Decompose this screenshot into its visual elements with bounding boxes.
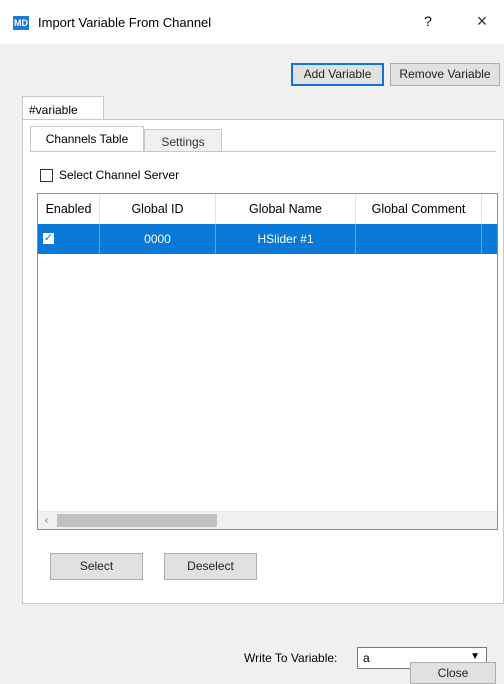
tab-settings[interactable]: Settings (144, 129, 222, 151)
column-header-global-comment[interactable]: Global Comment (356, 194, 482, 224)
select-button[interactable]: Select (50, 553, 143, 580)
scrollbar-thumb[interactable] (57, 514, 217, 527)
inner-tab-divider (30, 151, 496, 152)
remove-variable-button[interactable]: Remove Variable (390, 63, 500, 86)
column-header-global-id[interactable]: Global ID (100, 194, 216, 224)
cell-global-name: HSlider #1 (216, 224, 356, 254)
help-button[interactable]: ? (420, 13, 436, 31)
table-row[interactable]: ✓ 0000 HSlider #1 (38, 224, 497, 254)
select-channel-server-checkbox[interactable] (40, 169, 53, 182)
enabled-checkbox[interactable]: ✓ (42, 232, 55, 245)
add-variable-button[interactable]: Add Variable (291, 63, 384, 86)
write-to-variable-label: Write To Variable: (244, 651, 338, 665)
tab-variable[interactable]: #variable (22, 96, 104, 120)
column-header-enabled[interactable]: Enabled (38, 194, 100, 224)
close-button[interactable]: Close (410, 662, 496, 684)
select-channel-server-label: Select Channel Server (59, 168, 180, 182)
window-title: Import Variable From Channel (38, 15, 212, 30)
scroll-left-arrow-icon[interactable]: ‹ (38, 512, 55, 529)
deselect-button[interactable]: Deselect (164, 553, 257, 580)
channels-table: Enabled Global ID Global Name Global Com… (37, 193, 498, 530)
horizontal-scrollbar[interactable]: ‹ (38, 511, 497, 529)
close-window-button[interactable]: × (472, 11, 492, 31)
table-header: Enabled Global ID Global Name Global Com… (38, 194, 497, 225)
tab-channels-table[interactable]: Channels Table (30, 126, 144, 152)
app-icon: MD (13, 16, 29, 30)
cell-global-id: 0000 (100, 224, 216, 254)
column-header-global-name[interactable]: Global Name (216, 194, 356, 224)
cell-enabled: ✓ (38, 224, 100, 254)
dropdown-value: a (363, 651, 370, 665)
title-bar: MD Import Variable From Channel ? × (0, 0, 504, 44)
chevron-down-icon: ▼ (470, 651, 480, 662)
cell-global-comment (356, 224, 482, 254)
